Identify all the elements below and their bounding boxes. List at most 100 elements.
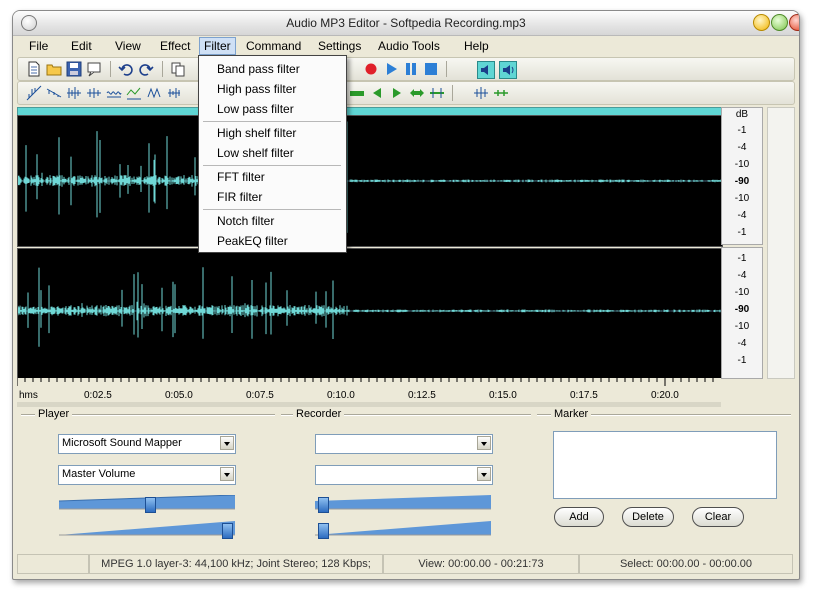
go-end-icon[interactable] xyxy=(389,85,405,101)
menu-help[interactable]: Help xyxy=(460,38,493,54)
menu-item-fir-filter[interactable]: FIR filter xyxy=(217,188,262,206)
status-format: MPEG 1.0 layer-3: 44,100 kHz; Joint Ster… xyxy=(89,554,383,574)
db-tick: -1 xyxy=(737,253,747,264)
menu-audio-tools[interactable]: Audio Tools xyxy=(374,38,444,54)
pitch-icon[interactable] xyxy=(166,85,182,101)
player-device-value: Microsoft Sound Mapper xyxy=(62,437,182,449)
recorder-group-label: Recorder xyxy=(293,408,345,420)
horizontal-scrollbar[interactable] xyxy=(17,402,721,407)
echo-icon[interactable] xyxy=(106,85,122,101)
db-tick: -1 xyxy=(737,125,747,136)
timeline-label: 0:17.5 xyxy=(570,390,598,401)
main-toolbar xyxy=(17,57,795,81)
player-device-select[interactable]: Microsoft Sound Mapper xyxy=(58,434,236,454)
title-bar: Audio MP3 Editor - Softpedia Recording.m… xyxy=(13,11,799,36)
zoom-out-icon[interactable] xyxy=(493,85,509,101)
menu-command[interactable]: Command xyxy=(242,38,305,54)
amplify-icon[interactable] xyxy=(66,85,82,101)
timeline-label: 0:20.0 xyxy=(651,390,679,401)
db-tick: -1 xyxy=(737,227,747,238)
slider-thumb[interactable] xyxy=(222,523,233,539)
recorder-source-select[interactable] xyxy=(315,465,493,485)
player-volume-select[interactable]: Master Volume xyxy=(58,465,236,485)
timeline-label: 0:15.0 xyxy=(489,390,517,401)
chevron-down-icon[interactable] xyxy=(477,436,491,450)
menu-item-notch-filter[interactable]: Notch filter xyxy=(217,212,274,230)
db-tick: -4 xyxy=(737,338,747,349)
clear-markers-button[interactable]: Clear xyxy=(692,507,744,527)
db-tick: -10 xyxy=(734,321,750,332)
menu-item-high-shelf-filter[interactable]: High shelf filter xyxy=(217,124,296,142)
save-icon[interactable] xyxy=(66,61,82,77)
menu-file[interactable]: File xyxy=(25,38,52,54)
menu-item-fft-filter[interactable]: FFT filter xyxy=(217,168,265,186)
silence-icon[interactable] xyxy=(349,85,365,101)
go-start-icon[interactable] xyxy=(369,85,385,101)
player-volume-slider[interactable] xyxy=(58,494,236,513)
menu-filter[interactable]: Filter xyxy=(199,37,236,55)
chevron-down-icon[interactable] xyxy=(220,436,234,450)
menu-settings[interactable]: Settings xyxy=(314,38,365,54)
pause-icon[interactable] xyxy=(403,61,419,77)
menu-bar: File Edit View Effect Filter Command Set… xyxy=(13,36,799,56)
menu-item-high-pass-filter[interactable]: High pass filter xyxy=(217,80,296,98)
menu-separator xyxy=(203,209,341,210)
new-file-icon[interactable] xyxy=(26,61,42,77)
select-all-icon[interactable] xyxy=(409,85,425,101)
zoom-in-icon[interactable] xyxy=(473,85,489,101)
equalizer-icon[interactable] xyxy=(126,85,142,101)
record-icon[interactable] xyxy=(363,61,379,77)
db-tick: -4 xyxy=(737,270,747,281)
status-bar: MPEG 1.0 layer-3: 44,100 kHz; Joint Ster… xyxy=(17,554,793,574)
db-tick: -10 xyxy=(734,287,750,298)
window-title: Audio MP3 Editor - Softpedia Recording.m… xyxy=(286,16,526,30)
slider-thumb[interactable] xyxy=(318,523,329,539)
menu-item-peakeq-filter[interactable]: PeakEQ filter xyxy=(217,232,288,250)
db-scale-right: -1 -4 -10 -90 -10 -4 -1 xyxy=(721,247,763,379)
zoom-selection-icon[interactable] xyxy=(429,85,445,101)
chevron-down-icon[interactable] xyxy=(477,467,491,481)
marker-list[interactable] xyxy=(553,431,777,499)
recorder-device-select[interactable] xyxy=(315,434,493,454)
fade-in-icon[interactable] xyxy=(26,85,42,101)
minimize-button[interactable] xyxy=(753,14,770,31)
speaker-left-icon[interactable] xyxy=(477,61,495,79)
menu-separator xyxy=(203,165,341,166)
db-tick: -4 xyxy=(737,142,747,153)
undo-icon[interactable] xyxy=(118,61,134,77)
recorder-balance-slider[interactable] xyxy=(315,521,491,539)
normalize-icon[interactable] xyxy=(86,85,102,101)
play-icon[interactable] xyxy=(383,61,399,77)
redo-icon[interactable] xyxy=(138,61,154,77)
timeline-ruler[interactable]: hms 0:02.5 0:05.0 0:07.5 0:10.0 0:12.5 0… xyxy=(17,378,721,402)
add-marker-button[interactable]: Add xyxy=(554,507,604,527)
timeline-ticks xyxy=(17,378,714,386)
menu-effect[interactable]: Effect xyxy=(156,38,194,54)
properties-icon[interactable] xyxy=(86,61,102,77)
waveform-channel-right[interactable] xyxy=(17,248,723,379)
chevron-down-icon[interactable] xyxy=(220,467,234,481)
waveform-right-svg xyxy=(17,267,722,347)
waveform-channel-left[interactable] xyxy=(17,115,723,247)
player-balance-slider[interactable] xyxy=(59,521,235,539)
menu-separator xyxy=(203,121,341,122)
menu-item-band-pass-filter[interactable]: Band pass filter xyxy=(217,60,300,78)
menu-item-low-shelf-filter[interactable]: Low shelf filter xyxy=(217,144,294,162)
reverse-icon[interactable] xyxy=(146,85,162,101)
recorder-volume-slider[interactable] xyxy=(315,495,491,513)
menu-edit[interactable]: Edit xyxy=(67,38,96,54)
stop-icon[interactable] xyxy=(423,61,439,77)
close-button[interactable] xyxy=(789,14,799,31)
maximize-button[interactable] xyxy=(771,14,788,31)
slider-thumb[interactable] xyxy=(145,497,156,513)
copy-icon[interactable] xyxy=(170,61,186,77)
slider-thumb[interactable] xyxy=(318,497,329,513)
player-group-label: Player xyxy=(35,408,73,420)
speaker-right-icon[interactable] xyxy=(499,61,517,79)
menu-view[interactable]: View xyxy=(111,38,145,54)
menu-item-low-pass-filter[interactable]: Low pass filter xyxy=(217,100,294,118)
delete-marker-button[interactable]: Delete xyxy=(622,507,674,527)
vertical-scrollbar[interactable] xyxy=(767,107,795,379)
open-folder-icon[interactable] xyxy=(46,61,62,77)
fade-out-icon[interactable] xyxy=(46,85,62,101)
